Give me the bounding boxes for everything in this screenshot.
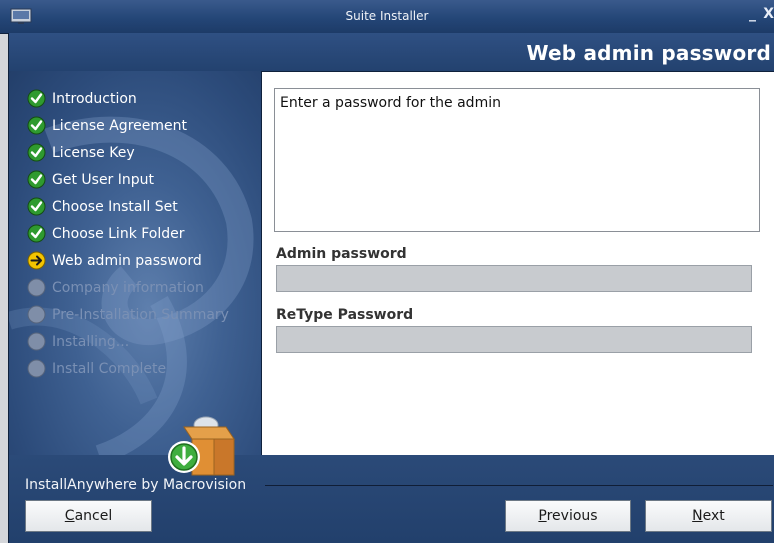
step-item: Company information bbox=[27, 274, 229, 301]
next-mnemonic: N bbox=[692, 508, 703, 524]
step-label: Install Complete bbox=[52, 360, 167, 377]
previous-mnemonic: P bbox=[538, 508, 547, 524]
cancel-button[interactable]: Cancel bbox=[25, 500, 152, 532]
footer-divider bbox=[265, 485, 773, 486]
step-item: License Key bbox=[27, 139, 229, 166]
check-circle-icon bbox=[27, 143, 46, 162]
step-label: License Key bbox=[52, 144, 135, 161]
step-label: Choose Install Set bbox=[52, 198, 178, 215]
step-item: Choose Install Set bbox=[27, 193, 229, 220]
retype-password-label: ReType Password bbox=[276, 307, 414, 323]
window-title: Suite Installer bbox=[345, 9, 429, 23]
step-item: Install Complete bbox=[27, 355, 229, 382]
page-header: Web admin password bbox=[8, 33, 774, 71]
cancel-mnemonic: C bbox=[64, 508, 75, 524]
step-label: Get User Input bbox=[52, 171, 155, 188]
step-item: Installing... bbox=[27, 328, 229, 355]
content-panel: Enter a password for the admin Admin pas… bbox=[261, 71, 774, 468]
page-title: Web admin password bbox=[526, 41, 771, 65]
step-item: Get User Input bbox=[27, 166, 229, 193]
check-circle-icon bbox=[27, 89, 46, 108]
next-label: ext bbox=[702, 508, 725, 524]
check-circle-icon bbox=[27, 116, 46, 135]
check-circle-icon bbox=[27, 197, 46, 216]
close-button[interactable]: X bbox=[763, 6, 774, 22]
previous-label: revious bbox=[546, 508, 598, 524]
gray-circle-icon bbox=[27, 359, 46, 378]
step-label: Pre-Installation Summary bbox=[52, 306, 229, 323]
retype-password-field[interactable] bbox=[276, 326, 752, 353]
vendor-label: InstallAnywhere by Macrovision bbox=[25, 477, 247, 493]
previous-button[interactable]: Previous bbox=[505, 500, 631, 532]
step-label: License Agreement bbox=[52, 117, 187, 134]
step-label: Choose Link Folder bbox=[52, 225, 185, 242]
step-label: Company information bbox=[52, 279, 204, 296]
footer-bar: InstallAnywhere by Macrovision Cancel Pr… bbox=[8, 455, 774, 543]
step-label: Web admin password bbox=[52, 252, 202, 269]
gray-circle-icon bbox=[27, 332, 46, 351]
next-button[interactable]: Next bbox=[645, 500, 772, 532]
step-item: Introduction bbox=[27, 85, 229, 112]
steps-list: Introduction License Agreement License Key… bbox=[27, 85, 229, 382]
step-label: Introduction bbox=[52, 90, 137, 107]
description-box: Enter a password for the admin bbox=[274, 88, 760, 232]
gray-circle-icon bbox=[27, 278, 46, 297]
description-text: Enter a password for the admin bbox=[280, 95, 501, 111]
retype-password-input[interactable] bbox=[277, 327, 751, 352]
installer-box-logo-icon bbox=[168, 416, 235, 476]
title-bar: Suite Installer _ X bbox=[0, 0, 774, 34]
gray-circle-icon bbox=[27, 305, 46, 324]
arrow-right-circle-icon bbox=[27, 251, 46, 270]
step-label: Installing... bbox=[52, 333, 130, 350]
admin-password-input[interactable] bbox=[277, 266, 751, 291]
check-circle-icon bbox=[27, 170, 46, 189]
step-item: Pre-Installation Summary bbox=[27, 301, 229, 328]
admin-password-field[interactable] bbox=[276, 265, 752, 292]
step-item: Choose Link Folder bbox=[27, 220, 229, 247]
cancel-label: ancel bbox=[74, 508, 113, 524]
step-item: License Agreement bbox=[27, 112, 229, 139]
minimize-button[interactable]: _ bbox=[749, 6, 756, 22]
admin-password-label: Admin password bbox=[276, 246, 407, 262]
step-item: Web admin password bbox=[27, 247, 229, 274]
check-circle-icon bbox=[27, 224, 46, 243]
steps-sidebar: Introduction License Agreement License Key… bbox=[8, 71, 262, 455]
